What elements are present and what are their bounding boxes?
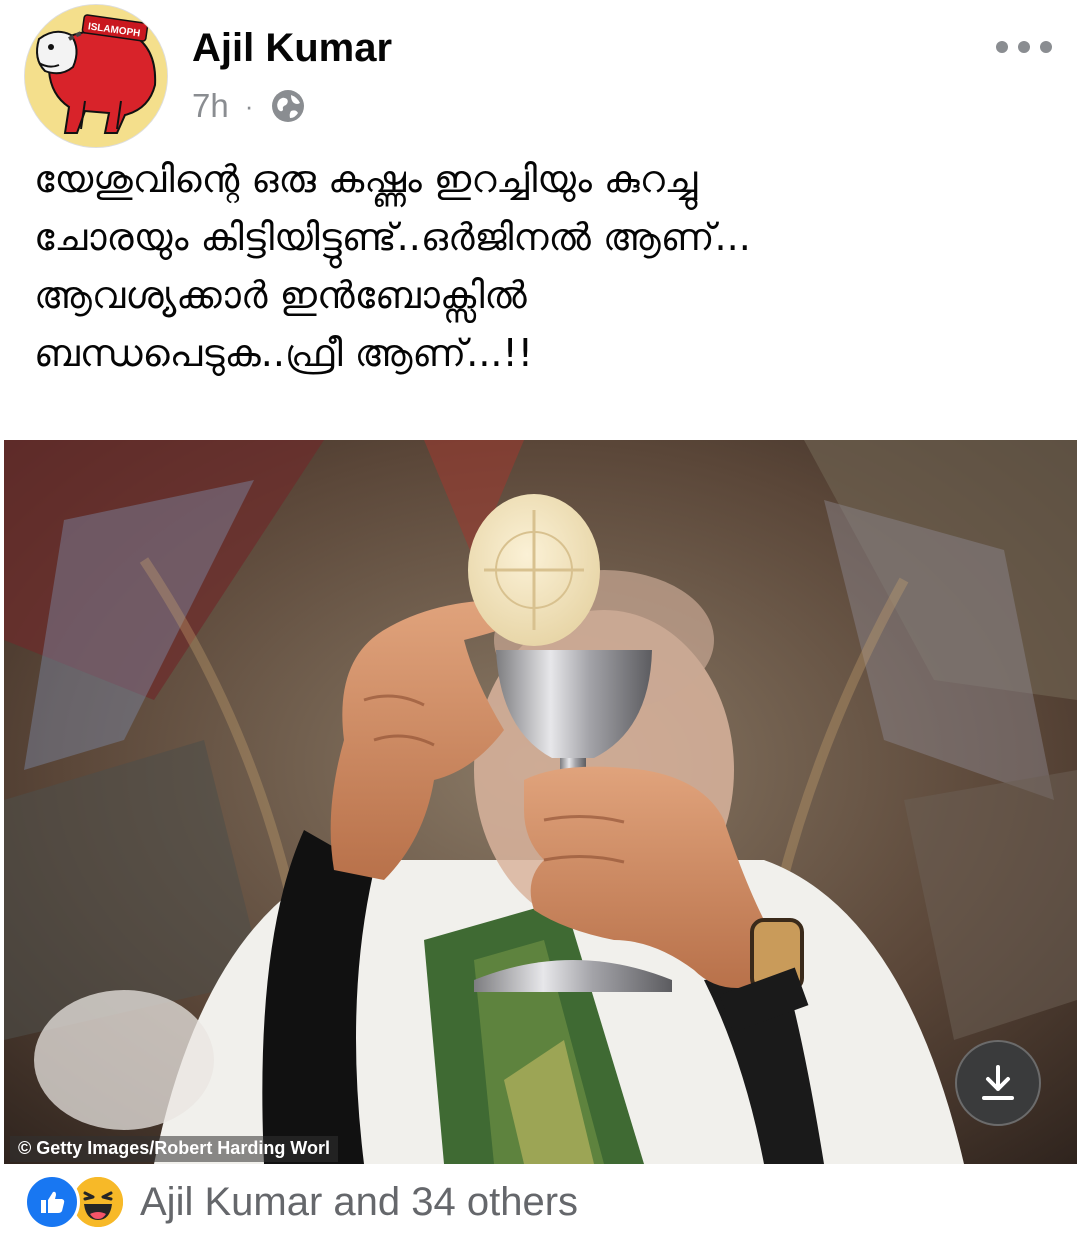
meta-separator: · (244, 90, 254, 121)
author-avatar[interactable]: ISLAMOPH (24, 4, 168, 148)
download-button[interactable] (955, 1040, 1041, 1126)
like-icon (24, 1174, 80, 1230)
photo-credit: © Getty Images/Robert Harding Worl (10, 1136, 338, 1162)
avatar-illustration: ISLAMOPH (25, 5, 167, 147)
more-dot-icon (1018, 41, 1030, 53)
globe-icon[interactable] (269, 87, 307, 125)
post-photo[interactable]: © Getty Images/Robert Harding Worl (4, 440, 1077, 1164)
communion-photo (4, 440, 1077, 1164)
download-icon (982, 1065, 1014, 1100)
author-name[interactable]: Ajil Kumar (192, 26, 392, 71)
more-options-button[interactable] (996, 34, 1052, 60)
reactions-bar[interactable]: Ajil Kumar and 34 others (24, 1174, 578, 1230)
more-dot-icon (1040, 41, 1052, 53)
more-dot-icon (996, 41, 1008, 53)
post-text: യേശുവിന്റെ ഒരു കഷ്ണം ഇറച്ചിയും കുറച്ചു ച… (34, 157, 751, 375)
facebook-post: ISLAMOPH Ajil Kumar 7h · യേശുവിന്റെ ഒരു … (0, 0, 1080, 1235)
post-meta: 7h · (192, 86, 307, 126)
post-timestamp[interactable]: 7h (192, 87, 229, 125)
reaction-summary[interactable]: Ajil Kumar and 34 others (140, 1180, 578, 1225)
